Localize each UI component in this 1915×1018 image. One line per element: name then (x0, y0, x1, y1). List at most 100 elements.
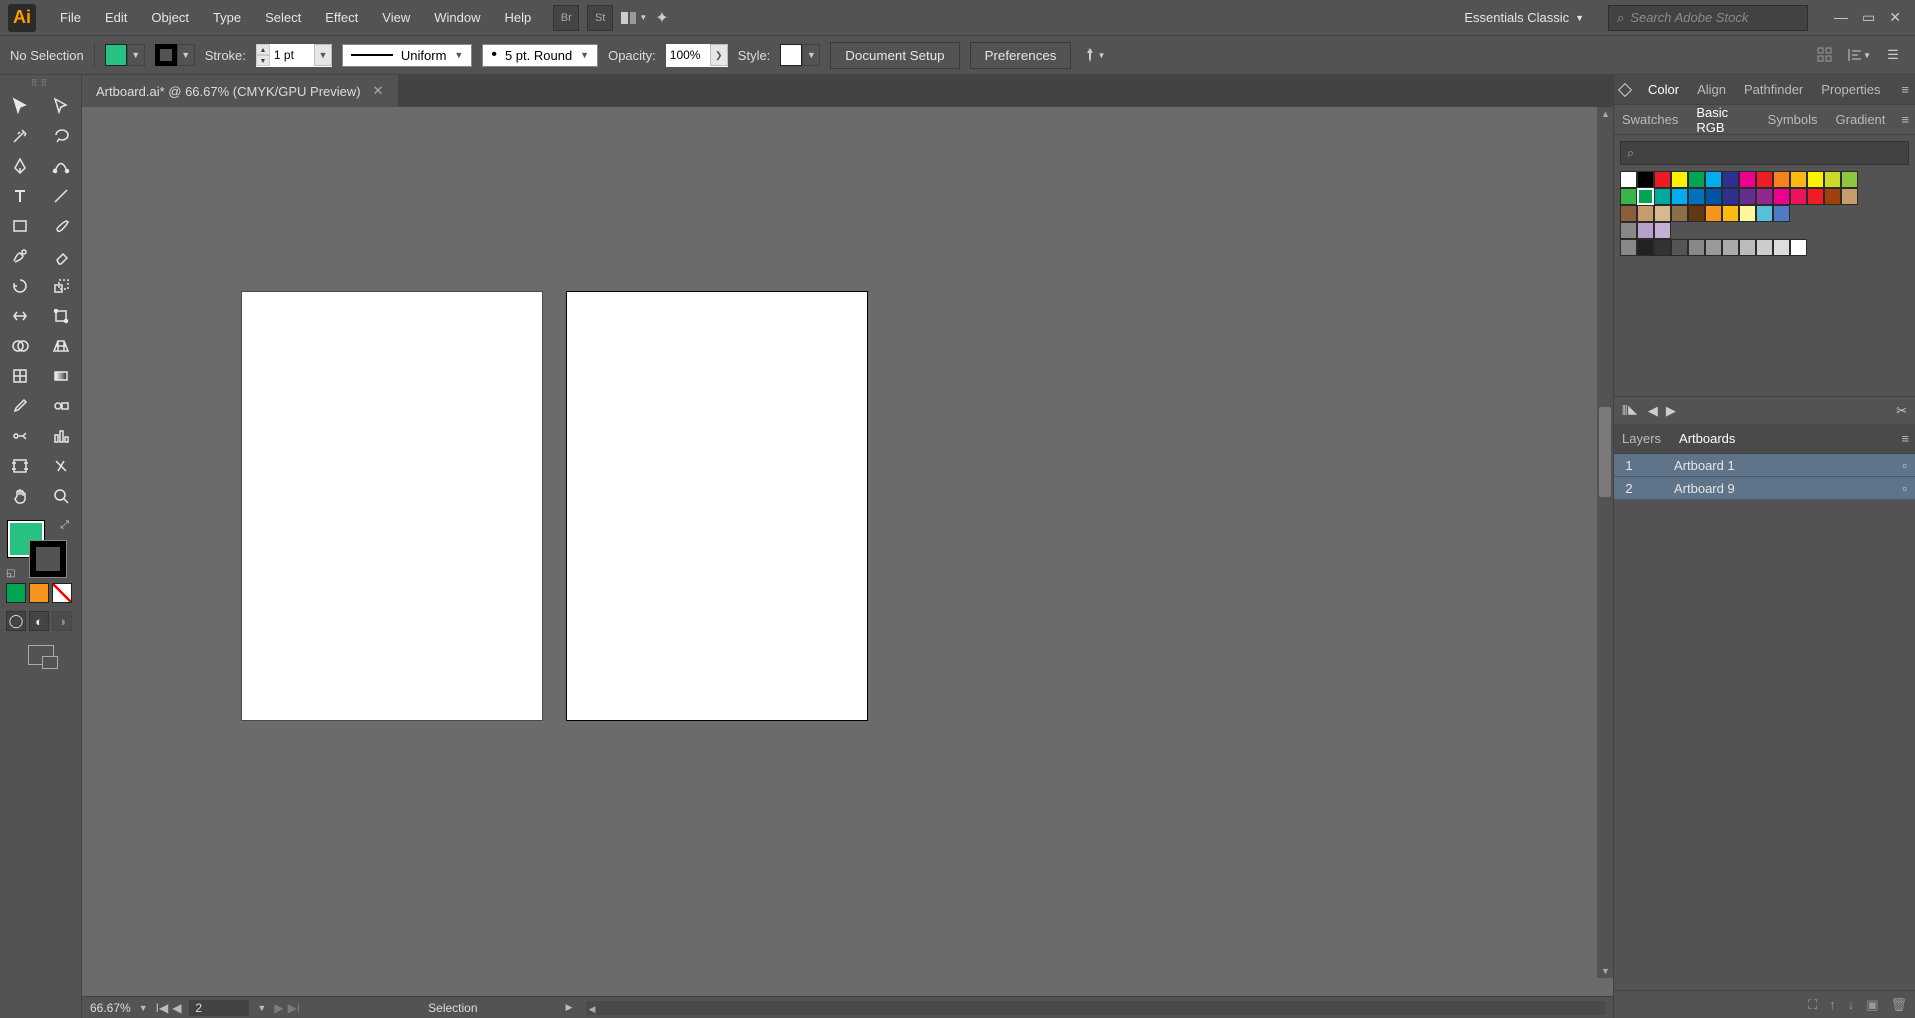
stroke-color-box[interactable] (30, 541, 66, 577)
swatch-search[interactable]: ⌕ (1620, 141, 1909, 165)
swatch-folder-icon[interactable] (1620, 239, 1637, 256)
menu-window[interactable]: Window (422, 4, 492, 31)
gradient-swatch[interactable] (29, 583, 49, 603)
swatch-cell[interactable] (1688, 239, 1705, 256)
menu-edit[interactable]: Edit (93, 4, 139, 31)
swatch-cell[interactable] (1773, 188, 1790, 205)
swatch-cell[interactable] (1620, 205, 1637, 222)
zoom-tool[interactable] (41, 481, 82, 511)
draw-inside-icon[interactable]: ◑ (52, 611, 72, 631)
eraser-tool[interactable] (41, 241, 82, 271)
tab-gradient[interactable]: Gradient (1834, 106, 1888, 133)
preferences-button[interactable]: Preferences (970, 42, 1072, 69)
swatch-cell[interactable] (1841, 171, 1858, 188)
document-tab[interactable]: Artboard.ai* @ 66.67% (CMYK/GPU Preview)… (82, 75, 399, 107)
swatch-cell[interactable] (1790, 239, 1807, 256)
swatch-cell[interactable] (1790, 171, 1807, 188)
menu-type[interactable]: Type (201, 4, 253, 31)
swatch-cell[interactable] (1637, 205, 1654, 222)
prev-artboard-icon[interactable]: ◀ (172, 1001, 181, 1015)
last-color-swatch[interactable] (6, 583, 26, 603)
free-transform-tool[interactable] (41, 301, 82, 331)
swatch-cell[interactable] (1637, 188, 1654, 205)
swatch-cell[interactable] (1722, 205, 1739, 222)
symbol-sprayer-tool[interactable] (0, 421, 41, 451)
horizontal-scrollbar[interactable]: ◀ (586, 1001, 1605, 1015)
swap-fill-stroke-icon[interactable]: ⤢ (60, 519, 69, 532)
swatch-cell[interactable] (1807, 188, 1824, 205)
column-graph-tool[interactable] (41, 421, 82, 451)
tab-basic-rgb[interactable]: Basic RGB (1694, 99, 1751, 141)
last-artboard-icon[interactable]: ▶I (288, 1001, 301, 1015)
swatch-cell[interactable] (1688, 188, 1705, 205)
stroke-swatch[interactable]: ▼ (155, 44, 195, 66)
swatch-cell[interactable] (1722, 239, 1739, 256)
scale-tool[interactable] (41, 271, 82, 301)
variable-width-profile[interactable]: Uniform ▼ (342, 44, 472, 67)
swatch-cell[interactable] (1705, 239, 1722, 256)
tab-color[interactable]: Color (1646, 76, 1681, 103)
swatch-cell[interactable] (1756, 171, 1773, 188)
fill-stroke-control[interactable]: ⤢ ◱ (0, 517, 81, 579)
draw-behind-icon[interactable]: ◐ (29, 611, 49, 631)
swatch-cell[interactable] (1637, 239, 1654, 256)
menu-object[interactable]: Object (139, 4, 201, 31)
blend-tool[interactable] (41, 391, 82, 421)
move-down-icon[interactable]: ↓ (1848, 997, 1855, 1012)
document-setup-button[interactable]: Document Setup (830, 42, 959, 69)
swatch-cell[interactable] (1620, 171, 1637, 188)
pen-tool[interactable] (0, 151, 41, 181)
vertical-scrollbar[interactable]: ▲ ▼ (1597, 107, 1613, 978)
type-tool[interactable] (0, 181, 41, 211)
tools-grip[interactable]: ⠿⠿ (0, 75, 81, 91)
swatch-cell[interactable] (1671, 171, 1688, 188)
swatch-cell[interactable] (1671, 239, 1688, 256)
menu-file[interactable]: File (48, 4, 93, 31)
swatch-panel-menu-icon[interactable]: ≡ (1901, 112, 1909, 127)
artboard-row[interactable]: 1Artboard 1▫ (1614, 454, 1915, 477)
canvas[interactable]: ▲ ▼ (82, 107, 1613, 996)
swatch-cell[interactable] (1773, 171, 1790, 188)
artboard-tool[interactable] (0, 451, 41, 481)
rearrange-artboards-icon[interactable]: ⛶ (1808, 997, 1817, 1013)
isolate-icon[interactable] (1813, 43, 1837, 67)
swatch-cell[interactable] (1841, 188, 1858, 205)
align-icon[interactable]: ▼ (1847, 43, 1871, 67)
zoom-dropdown-icon[interactable]: ▼ (139, 1003, 148, 1013)
swatch-cell[interactable] (1790, 188, 1807, 205)
swatch-cell[interactable] (1637, 171, 1654, 188)
swatch-cell[interactable] (1654, 188, 1671, 205)
transform-panel-icon[interactable]: ▼ (1081, 43, 1105, 67)
next-artboard-icon[interactable]: ▶ (274, 1001, 283, 1015)
artboard-2[interactable] (567, 292, 867, 720)
artboard-options-icon[interactable]: ▫ (1902, 458, 1907, 473)
scroll-thumb[interactable] (1599, 407, 1611, 497)
artboard-options-icon[interactable]: ▫ (1902, 481, 1907, 496)
brush-definition[interactable]: • 5 pt. Round ▼ (482, 44, 598, 67)
panel-menu-icon[interactable]: ☰ (1881, 43, 1905, 67)
maximize-button[interactable]: ▭ (1862, 9, 1875, 26)
rectangle-tool[interactable] (0, 211, 41, 241)
swatch-cell[interactable] (1654, 222, 1671, 239)
menu-select[interactable]: Select (253, 4, 313, 31)
swatch-cell[interactable] (1705, 188, 1722, 205)
scroll-up-icon[interactable]: ▲ (1601, 109, 1610, 119)
swatch-cell[interactable] (1654, 205, 1671, 222)
menu-view[interactable]: View (370, 4, 422, 31)
none-swatch[interactable] (52, 583, 72, 603)
tab-swatches[interactable]: Swatches (1620, 106, 1680, 133)
shape-builder-tool[interactable] (0, 331, 41, 361)
bridge-icon[interactable]: Br (553, 5, 579, 31)
close-tab-icon[interactable]: ✕ (373, 83, 384, 99)
menu-effect[interactable]: Effect (313, 4, 370, 31)
swatch-cell[interactable] (1824, 171, 1841, 188)
magic-wand-tool[interactable] (0, 121, 41, 151)
edit-swatch-icon[interactable]: ✂ (1896, 403, 1907, 419)
mesh-tool[interactable] (0, 361, 41, 391)
swatch-cell[interactable] (1654, 239, 1671, 256)
layers-panel-menu-icon[interactable]: ≡ (1901, 431, 1909, 446)
panel-menu-icon[interactable]: ≡ (1901, 82, 1909, 97)
swatch-cell[interactable] (1739, 239, 1756, 256)
rotate-tool[interactable] (0, 271, 41, 301)
swatch-cell[interactable] (1705, 171, 1722, 188)
